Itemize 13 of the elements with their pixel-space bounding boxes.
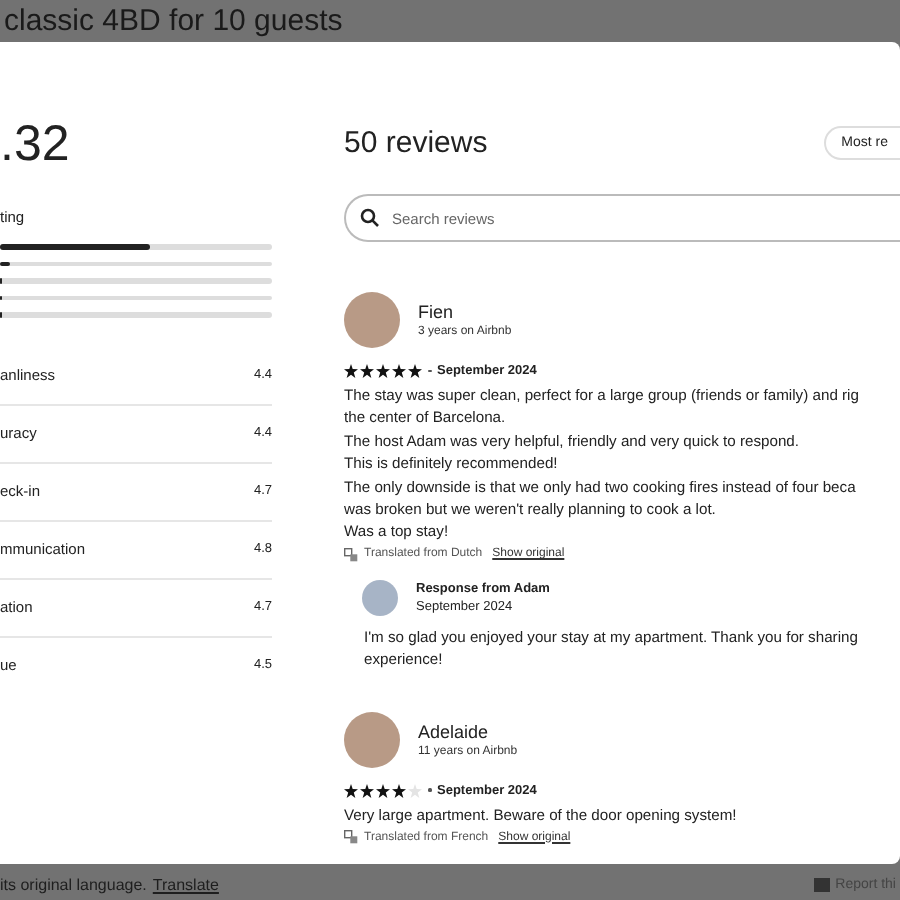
avatar — [344, 711, 400, 768]
translate-icon — [344, 547, 358, 562]
page-title: classic 4BD for 10 guests — [2, 4, 343, 38]
search-icon — [360, 208, 380, 228]
reviews-heading: 50 reviews — [344, 126, 488, 160]
translate-icon — [344, 830, 358, 845]
avatar — [362, 579, 398, 616]
separator-dot — [428, 788, 431, 792]
reviewer-name: Fien — [418, 302, 456, 322]
reviewer-name: Adelaide — [418, 721, 491, 742]
footer-text: its original language. — [0, 875, 147, 893]
avatar — [344, 292, 400, 348]
average-rating: .32 — [0, 116, 72, 172]
